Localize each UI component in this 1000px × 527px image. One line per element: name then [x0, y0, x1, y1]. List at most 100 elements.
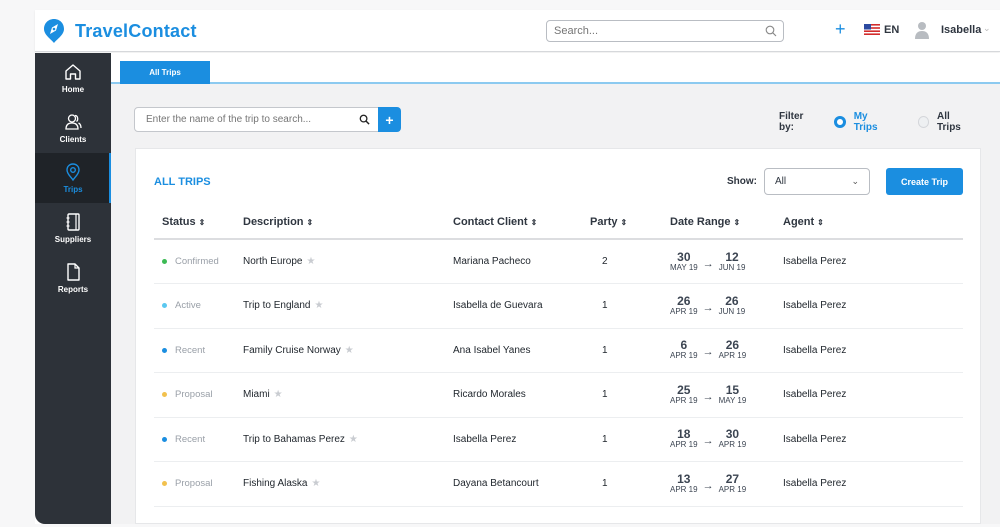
star-icon[interactable]: ★ — [274, 389, 283, 400]
status-label: Proposal — [175, 478, 213, 490]
radio-selected[interactable] — [834, 116, 846, 128]
table-row[interactable]: Active Trip to England ★ Isabella de Guevar… — [154, 283, 963, 329]
star-icon[interactable]: ★ — [314, 300, 323, 311]
trips-table: Status ⇕ Description ⇕ Contact Client ⇕ Par… — [154, 205, 963, 507]
status-label: Confirmed — [175, 255, 219, 267]
sort-icon[interactable]: ⇕ — [531, 218, 538, 227]
arrow-right-icon: → — [702, 301, 714, 314]
cell-description[interactable]: Trip to England ★ — [235, 283, 445, 329]
sidebar-item-reports[interactable]: Reports — [35, 253, 111, 303]
sidebar-item-clients[interactable]: Clients — [35, 103, 111, 153]
cell-date-range: 6 APR 19 → 26 APR 19 — [662, 328, 775, 373]
status-dot — [162, 481, 167, 487]
table-row[interactable]: Proposal Miami ★ Ricardo Morales 1 25 APR 19 → 1… — [154, 372, 963, 418]
user-avatar-icon[interactable] — [915, 21, 929, 39]
search-icon[interactable] — [765, 25, 777, 37]
radio-unselected[interactable] — [917, 116, 929, 128]
filter-option-label: My Trips — [853, 111, 878, 133]
status-dot — [162, 392, 167, 398]
create-trip-button[interactable]: Create Trip — [886, 168, 963, 195]
trip-description[interactable]: Trip to England — [243, 300, 310, 311]
cell-status: Recent — [154, 417, 235, 462]
cell-contact-client: Ricardo Morales — [445, 372, 582, 418]
us-flag-icon[interactable] — [864, 24, 880, 35]
map-pin-icon — [66, 163, 80, 182]
cell-agent: Isabella Perez — [775, 372, 963, 418]
cell-agent: Isabella Perez — [775, 239, 963, 284]
language-selector[interactable]: EN — [884, 24, 899, 36]
star-icon[interactable]: ★ — [311, 478, 320, 489]
agent-name: Isabella Perez — [783, 478, 847, 490]
show-select[interactable]: All ⌄ — [764, 168, 870, 195]
party-count: 1 — [602, 433, 608, 445]
sidebar-item-label: Clients — [59, 135, 87, 144]
trip-search[interactable] — [134, 107, 379, 132]
column-header-agent[interactable]: Agent ⇕ — [775, 205, 963, 240]
contact-client: Mariana Pacheco — [453, 256, 531, 267]
cell-date-range: 18 APR 19 → 30 APR 19 — [662, 417, 775, 462]
table-row[interactable]: Proposal Fishing Alaska ★ Dayana Betancourt… — [154, 461, 963, 507]
arrow-right-icon: → — [702, 479, 714, 492]
table-row[interactable]: Recent Family Cruise Norway ★ Ana Isabel Ya… — [154, 328, 963, 373]
status-label: Recent — [175, 433, 206, 445]
notebook-icon — [66, 213, 80, 231]
column-header-contact-client[interactable]: Contact Client ⇕ — [445, 205, 582, 240]
tab-all-trips[interactable]: All Trips — [120, 61, 210, 84]
add-trip-button[interactable]: + — [378, 107, 401, 132]
sidebar-item-home[interactable]: Home — [35, 53, 111, 103]
top-bar: TravelContact + EN Isabella ⌄ — [35, 10, 1000, 52]
trip-description[interactable]: Miami — [243, 389, 270, 400]
cell-description[interactable]: Family Cruise Norway ★ — [235, 328, 445, 373]
trip-description[interactable]: Trip to Bahamas Perez — [243, 434, 345, 445]
party-count: 1 — [602, 478, 608, 490]
table-header-row: Status ⇕ Description ⇕ Contact Client ⇕ Par… — [154, 205, 963, 240]
cell-description[interactable]: North Europe ★ — [235, 239, 445, 284]
sort-icon[interactable]: ⇕ — [621, 218, 628, 227]
star-icon[interactable]: ★ — [345, 345, 354, 356]
global-search[interactable] — [546, 20, 784, 42]
column-header-description[interactable]: Description ⇕ — [235, 205, 445, 240]
sort-icon[interactable]: ⇕ — [734, 218, 741, 227]
cell-party: 2 — [582, 239, 662, 284]
star-icon[interactable]: ★ — [349, 434, 358, 445]
show-select-value: All — [775, 176, 787, 187]
cell-description[interactable]: Miami ★ — [235, 372, 445, 418]
trip-description[interactable]: Fishing Alaska — [243, 478, 307, 489]
column-header-status[interactable]: Status ⇕ — [154, 205, 235, 240]
user-name[interactable]: Isabella — [941, 24, 981, 36]
chevron-down-icon[interactable]: ⌄ — [983, 23, 991, 34]
global-search-input[interactable] — [547, 22, 757, 40]
agent-name: Isabella Perez — [783, 300, 847, 312]
end-date: 30 APR 19 — [718, 427, 747, 450]
sidebar-item-suppliers[interactable]: Suppliers — [35, 203, 111, 253]
cell-contact-client: Mariana Pacheco — [445, 239, 582, 284]
cell-description[interactable]: Fishing Alaska ★ — [235, 461, 445, 507]
sort-icon[interactable]: ⇕ — [199, 218, 206, 227]
search-icon[interactable] — [359, 114, 370, 125]
trip-description[interactable]: North Europe — [243, 256, 302, 267]
star-icon[interactable]: ★ — [306, 256, 315, 267]
trips-card: ALL TRIPS Show: All ⌄ Create Trip Status… — [135, 148, 981, 524]
sort-icon[interactable]: ⇕ — [307, 218, 314, 227]
trip-description[interactable]: Family Cruise Norway — [243, 345, 341, 356]
sidebar-item-trips[interactable]: Trips — [35, 153, 111, 203]
sidebar-item-label: Trips — [63, 185, 83, 194]
cell-contact-client: Isabella Perez — [445, 417, 582, 462]
table-row[interactable]: Confirmed North Europe ★ Mariana Pacheco 2 30… — [154, 239, 963, 284]
sidebar: Home Clients Trips Suppliers Reports — [35, 53, 111, 524]
column-header-date-range[interactable]: Date Range ⇕ — [662, 205, 775, 240]
logo[interactable]: TravelContact — [43, 18, 197, 44]
app-window: TravelContact + EN Isabella ⌄ Home Clien… — [35, 10, 1000, 524]
end-date: 12 JUN 19 — [718, 249, 746, 272]
cell-description[interactable]: Trip to Bahamas Perez ★ — [235, 417, 445, 462]
filter-my-trips[interactable]: My Trips — [834, 111, 892, 133]
end-date: 15 MAY 19 — [718, 382, 747, 405]
table-row[interactable]: Recent Trip to Bahamas Perez ★ Isabella Per… — [154, 417, 963, 462]
trip-search-input[interactable] — [135, 108, 350, 131]
end-date: 26 APR 19 — [718, 338, 747, 361]
column-header-party[interactable]: Party ⇕ — [582, 205, 662, 240]
add-icon[interactable]: + — [835, 19, 846, 39]
sidebar-item-label: Reports — [57, 285, 89, 294]
sort-icon[interactable]: ⇕ — [817, 218, 824, 227]
filter-all-trips[interactable]: All Trips — [917, 111, 974, 133]
